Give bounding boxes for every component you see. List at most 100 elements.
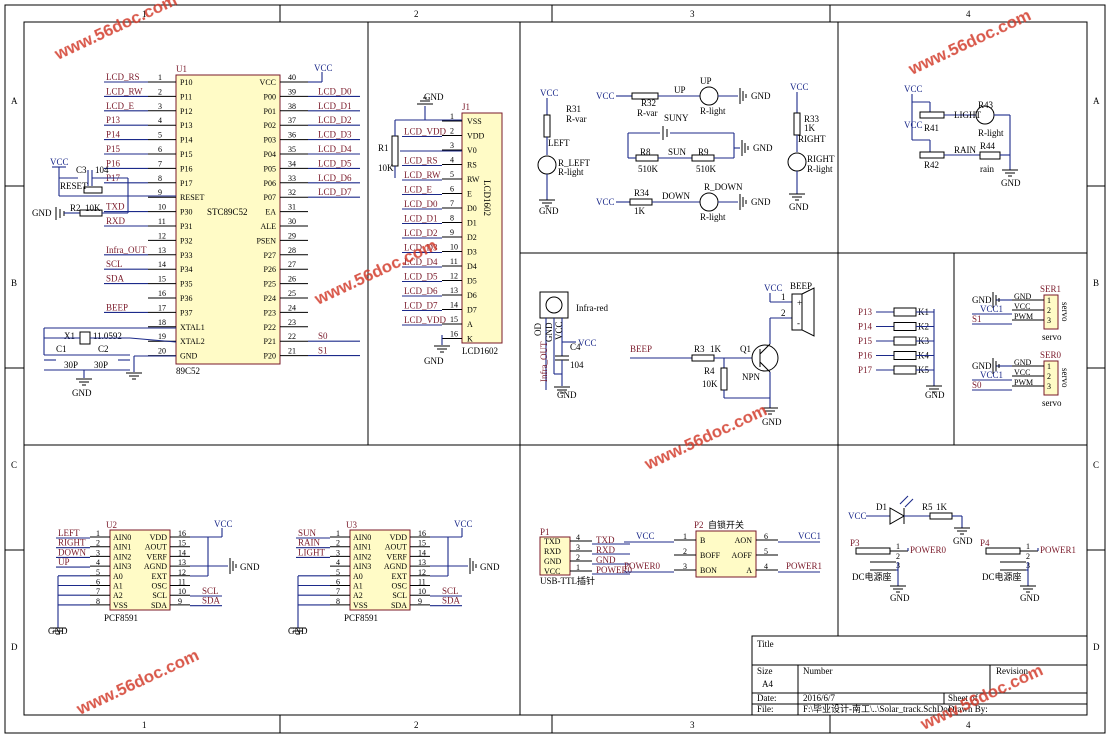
lcd-pin-number: 8	[450, 214, 454, 223]
mcu-pin-name: P25	[264, 280, 276, 289]
servo-part: servo	[1042, 398, 1062, 408]
down-net: DOWN	[662, 191, 690, 201]
r31-ref: R31	[566, 104, 581, 114]
mcu-pin-name: P22	[264, 323, 276, 332]
adc-pin-name: VSS	[353, 601, 368, 610]
lcd-pot	[391, 135, 399, 167]
mcu-pin-name: P00	[264, 92, 276, 101]
infrared-pin-gnd: GND	[544, 322, 554, 342]
lcd-net-label: LCD_E	[404, 185, 433, 195]
adc-pin-number: 11	[418, 578, 426, 587]
servo-pin-number: 1	[1047, 296, 1051, 305]
adc-pin-name: EXT	[151, 572, 167, 581]
col-label-bottom: 3	[690, 720, 695, 730]
adc-net-label: LIGHT	[298, 547, 325, 557]
adc-pin-number: 16	[178, 529, 186, 538]
mcu-pin-name: P16	[180, 164, 192, 173]
crystal-circuit: X1 11.0592 C1 C2 30P 30P GND	[43, 327, 177, 398]
adc-pin-number: 13	[418, 558, 426, 567]
buzzer-pin1: 1	[781, 292, 786, 302]
crystal-val: 11.0592	[93, 331, 122, 341]
mcu-net-label: P14	[106, 130, 121, 140]
adc-pin-number: 11	[178, 578, 186, 587]
mcu-pin-name: XTAL2	[180, 337, 205, 346]
adc-net-label: SUN	[298, 528, 317, 538]
ground-icon	[954, 527, 970, 535]
crystal-symbol	[79, 331, 91, 345]
led-indicator: VCC D1 R5 1K GND	[848, 495, 973, 546]
adc-pin-name: A1	[353, 582, 363, 591]
left-net: LEFT	[548, 138, 570, 148]
adc-pin-number: 16	[418, 529, 426, 538]
buzzer-minus: -	[797, 318, 800, 328]
watermark: www.56doc.com	[917, 660, 1046, 734]
mcu-pin-name: P24	[264, 294, 276, 303]
suny-label: SUNY	[664, 113, 689, 123]
adc-ref: U2	[106, 520, 117, 530]
switch-ref: P2	[694, 520, 704, 530]
dc-jack-gnd-label: GND	[890, 593, 910, 603]
servos: SER1servoservo1GNDGND2VCCVCC13PWMS1SER0s…	[972, 284, 1070, 408]
r41-symbol	[919, 111, 945, 119]
dc-jack-pin-number: 2	[1026, 552, 1030, 561]
mcu-net-label: LCD_RS	[106, 72, 140, 82]
adc-pin-number: 4	[336, 558, 340, 567]
mcu-pin-number: 1	[158, 73, 162, 82]
left-type: R-light	[558, 167, 584, 177]
ground-icon	[76, 378, 92, 386]
col-label-bottom: 4	[966, 720, 971, 730]
mcu-pin-name: P03	[264, 136, 276, 145]
mcu-pin-name: P21	[264, 337, 276, 346]
watermark: www.56doc.com	[73, 645, 202, 719]
mcu-pin-name: P20	[264, 352, 276, 361]
mcu-net-label: S1	[318, 346, 328, 356]
r43-ref: R43	[978, 100, 994, 110]
adc-pin-number: 15	[418, 539, 426, 548]
ground-icon	[55, 207, 65, 220]
adc-pin-number: 8	[96, 597, 100, 606]
adc-pin-number: 1	[96, 529, 100, 538]
adc-pin-name: AIN0	[113, 533, 131, 542]
r33-val: 1K	[804, 123, 816, 133]
mcu-net-label: P15	[106, 144, 121, 154]
switch-net-label: POWER0	[624, 561, 661, 571]
lcd-pin-name: VSS	[467, 117, 482, 126]
weather-vcc-label-2: VCC	[904, 120, 923, 130]
col-label-bottom: 1	[142, 720, 147, 730]
mcu-pin-number: 2	[158, 87, 162, 96]
r44-rain-sensor	[979, 151, 1001, 160]
number-label: Number	[803, 666, 833, 676]
r8-val: 510K	[638, 164, 659, 174]
lcd-net-label: LCD_VDD	[404, 127, 446, 137]
right-ref: RIGHT	[807, 154, 835, 164]
lcd-net-label: LCD_D6	[404, 286, 438, 296]
lcd-net-label: LCD_VDD	[404, 315, 446, 325]
mcu-pin-name: P23	[264, 308, 276, 317]
mcu-pin-number: 18	[158, 318, 166, 327]
row-label-right: C	[1093, 460, 1099, 470]
ground-icon	[739, 194, 747, 210]
mcu-net-label: LCD_D7	[318, 187, 352, 197]
mcu-pin-name: P17	[180, 179, 192, 188]
reset-cap-val: 104	[95, 165, 109, 175]
adc-ref: U3	[346, 520, 357, 530]
mcu-pin-number: 22	[288, 332, 296, 341]
key-switch	[893, 336, 917, 346]
ground-icon	[789, 193, 805, 201]
mcu-pin-number: 31	[288, 203, 296, 212]
switch-pin-number: 3	[683, 562, 687, 571]
key-switch	[893, 365, 917, 375]
servo-net-label: VCC1	[980, 304, 1003, 314]
row-label-left: B	[11, 278, 17, 288]
lcd-net-label: LCD_D1	[404, 214, 438, 224]
adc-out-net-label: SDA	[202, 596, 221, 606]
mcu-net-label: LCD_D0	[318, 86, 352, 96]
mcu-net-label: SDA	[106, 274, 125, 284]
adc-gnd-label: GND	[48, 626, 68, 636]
right-type: R-light	[807, 164, 833, 174]
col-label-top: 3	[690, 9, 695, 19]
mcu-net-label: LCD_D1	[318, 101, 352, 111]
q1-ref: Q1	[740, 344, 751, 354]
mcu-net-label: LCD_D6	[318, 173, 352, 183]
mcu-pin-name: P35	[180, 280, 192, 289]
